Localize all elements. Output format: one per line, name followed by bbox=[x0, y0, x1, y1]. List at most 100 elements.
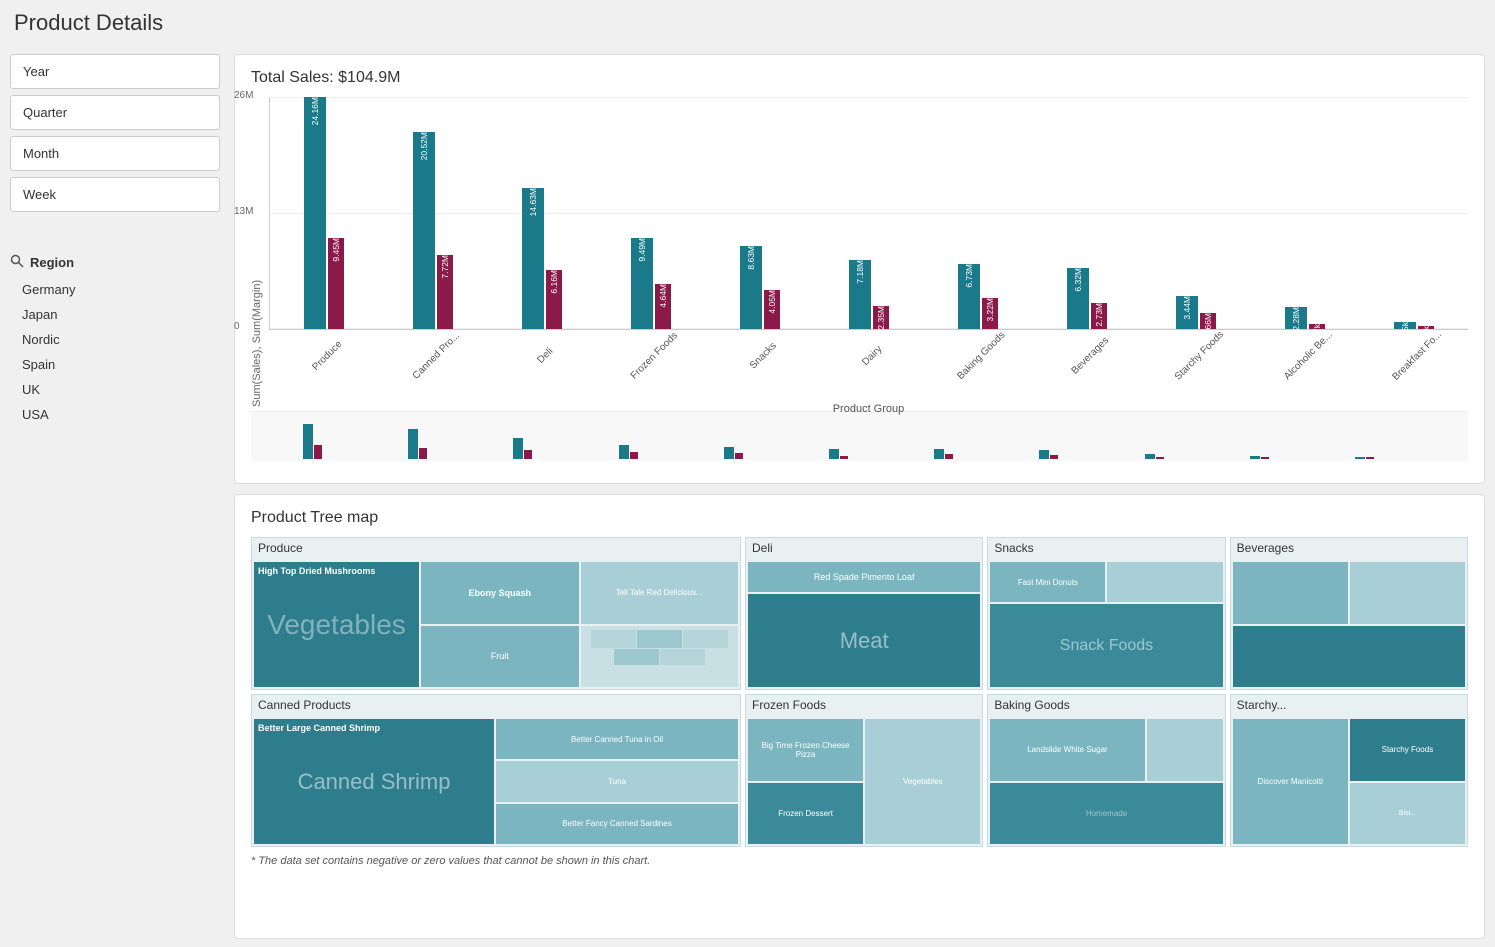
region-nordic[interactable]: Nordic bbox=[10, 327, 220, 352]
tm-canned-shrimp: Better Large Canned Shrimp Canned Shrimp bbox=[254, 719, 494, 844]
tm-frozen-pizza: Big Time Frozen Cheese Pizza bbox=[748, 719, 863, 781]
margin-bar-5: 2.35M bbox=[873, 306, 889, 329]
tm-produce-ebony: Ebony Squash bbox=[421, 562, 579, 624]
bar-group-3: 9.49M4.64M bbox=[597, 97, 706, 329]
bar-group-1: 20.52M7.72M bbox=[379, 97, 488, 329]
bar-group-5: 7.18M2.35M bbox=[815, 97, 924, 329]
x-axis-title: Product Group bbox=[269, 403, 1468, 415]
filter-quarter[interactable]: Quarter bbox=[10, 95, 220, 130]
sales-bar-7: 6.32M bbox=[1067, 268, 1089, 329]
tm-baking-small1 bbox=[1147, 719, 1223, 781]
margin-bar-4: 4.05M bbox=[764, 290, 780, 329]
tm-baking-main: Homemade bbox=[990, 783, 1222, 845]
tm-canned-right: Better Canned Tuna in Oil Tuna Better Fa… bbox=[496, 719, 738, 844]
tm-snacks-small1 bbox=[1107, 562, 1222, 602]
sales-bar-3: 9.49M bbox=[631, 238, 653, 329]
bar-group-6: 6.73M3.22M bbox=[923, 97, 1032, 329]
tm-produce-telltale: Tell Tale Red Delicious... bbox=[581, 562, 739, 624]
margin-bar-6: 3.22M bbox=[982, 298, 998, 329]
tm-produce-fruit: Fruit bbox=[421, 626, 579, 688]
tm-snacks-header: Snacks bbox=[988, 538, 1224, 558]
chart-inner: 26M 13M 0 24.16M9.45M20.52M7.72M14.63M6.… bbox=[269, 97, 1468, 407]
treemap-panel: Product Tree map Produce High Top Dried … bbox=[234, 494, 1485, 939]
region-japan[interactable]: Japan bbox=[10, 302, 220, 327]
x-axis-labels: ProduceCanned Pro...DeliFrozen FoodsSnac… bbox=[269, 334, 1468, 363]
bar-group-0: 24.16M9.45M bbox=[270, 97, 379, 329]
tm-canned-small1: Tuna bbox=[496, 761, 738, 801]
sales-bar-9: 2.28M bbox=[1285, 307, 1307, 329]
region-header: Region bbox=[10, 254, 220, 271]
sales-bar-4: 8.63M bbox=[740, 246, 762, 329]
margin-bar-10: 329.95k bbox=[1418, 326, 1434, 329]
tm-frozen-dessert: Frozen Dessert bbox=[748, 783, 863, 845]
bar-chart-panel: Total Sales: $104.9M Sum(Sales), Sum(Mar… bbox=[234, 54, 1485, 484]
sales-bar-1: 20.52M bbox=[413, 132, 435, 329]
tm-canned-sardines: Better Fancy Canned Sardines bbox=[496, 804, 738, 844]
region-uk[interactable]: UK bbox=[10, 377, 220, 402]
tm-produce-small bbox=[581, 626, 739, 688]
tm-frozen-right: Vegetables bbox=[865, 719, 980, 844]
filter-year[interactable]: Year bbox=[10, 54, 220, 89]
treemap-grid: Produce High Top Dried Mushrooms Vegetab… bbox=[251, 537, 1468, 847]
tm-frozen-header: Frozen Foods bbox=[746, 695, 982, 715]
tm-produce-mushrooms: High Top Dried Mushrooms Vegetables bbox=[254, 562, 419, 687]
filter-month[interactable]: Month bbox=[10, 136, 220, 171]
tm-beverages: Beverages bbox=[1230, 537, 1468, 690]
tm-deli-pimento: Red Spade Pimento Loaf bbox=[748, 562, 980, 592]
sales-bar-6: 6.73M bbox=[958, 264, 980, 329]
search-icon bbox=[10, 254, 24, 271]
tm-bev-main bbox=[1233, 626, 1465, 688]
tm-starchy-small: Bisi... bbox=[1350, 783, 1465, 845]
y-axis-label: Sum(Sales), Sum(Margin) bbox=[251, 97, 263, 407]
tm-starchy-main: Starchy Foods bbox=[1350, 719, 1465, 781]
tm-starchy-manicotti: Discover Manicotti bbox=[1233, 719, 1348, 844]
region-label: Region bbox=[30, 255, 74, 270]
margin-bar-1: 7.72M bbox=[437, 255, 453, 329]
tm-deli-meat: Meat bbox=[748, 594, 980, 687]
margin-bar-9: 521.77k bbox=[1309, 324, 1325, 329]
bars-container: 26M 13M 0 24.16M9.45M20.52M7.72M14.63M6.… bbox=[269, 97, 1468, 330]
tm-canned-tuna: Better Canned Tuna in Oil bbox=[496, 719, 738, 759]
margin-bar-7: 2.73M bbox=[1091, 303, 1107, 329]
margin-bar-2: 6.16M bbox=[546, 270, 562, 329]
tm-canned-header: Canned Products bbox=[252, 695, 740, 715]
filter-week[interactable]: Week bbox=[10, 177, 220, 212]
bar-group-8: 3.44M1.66M bbox=[1141, 97, 1250, 329]
page-title: Product Details bbox=[0, 0, 1495, 46]
tm-snacks: Snacks Fast Mini Donuts Snack Foods bbox=[987, 537, 1225, 690]
tm-snacks-donuts: Fast Mini Donuts bbox=[990, 562, 1105, 602]
bar-group-10: 678.25k329.95k bbox=[1359, 97, 1468, 329]
bar-chart-area: Sum(Sales), Sum(Margin) 26M 13M 0 24.16M… bbox=[251, 97, 1468, 407]
tm-frozen: Frozen Foods Big Time Frozen Cheese Pizz… bbox=[745, 694, 983, 847]
region-usa[interactable]: USA bbox=[10, 402, 220, 427]
treemap-title: Product Tree map bbox=[251, 509, 1468, 527]
tm-bev-2 bbox=[1350, 562, 1465, 624]
tm-deli-header: Deli bbox=[746, 538, 982, 558]
margin-bar-0: 9.45M bbox=[328, 238, 344, 329]
main-content: Total Sales: $104.9M Sum(Sales), Sum(Mar… bbox=[230, 46, 1495, 947]
tm-starchy: Starchy... Discover Manicotti Starchy Fo… bbox=[1230, 694, 1468, 847]
sales-bar-2: 14.63M bbox=[522, 188, 544, 329]
mini-chart[interactable] bbox=[251, 411, 1468, 461]
tm-canned: Canned Products Better Large Canned Shri… bbox=[251, 694, 741, 847]
tm-deli: Deli Red Spade Pimento Loaf Meat bbox=[745, 537, 983, 690]
region-germany[interactable]: Germany bbox=[10, 277, 220, 302]
sales-bar-10: 678.25k bbox=[1394, 322, 1416, 329]
tm-starchy-header: Starchy... bbox=[1231, 695, 1467, 715]
tm-produce: Produce High Top Dried Mushrooms Vegetab… bbox=[251, 537, 741, 690]
sales-bar-0: 24.16M bbox=[304, 97, 326, 329]
tm-snacks-snackfoods: Snack Foods bbox=[990, 604, 1222, 687]
sales-bar-5: 7.18M bbox=[849, 260, 871, 329]
margin-bar-3: 4.64M bbox=[655, 284, 671, 329]
footnote: * The data set contains negative or zero… bbox=[251, 855, 1468, 867]
tm-baking: Baking Goods Landslide White Sugar Homem… bbox=[987, 694, 1225, 847]
tm-bev-1 bbox=[1233, 562, 1348, 624]
sidebar: Year Quarter Month Week Region Germany J… bbox=[0, 46, 230, 947]
margin-bar-8: 1.66M bbox=[1200, 313, 1216, 329]
bar-group-2: 14.63M6.16M bbox=[488, 97, 597, 329]
chart-title: Total Sales: $104.9M bbox=[251, 69, 1468, 87]
tm-baking-sugar: Landslide White Sugar bbox=[990, 719, 1144, 781]
region-spain[interactable]: Spain bbox=[10, 352, 220, 377]
region-section: Region Germany Japan Nordic Spain UK USA bbox=[10, 254, 220, 427]
bar-group-9: 2.28M521.77k bbox=[1250, 97, 1359, 329]
